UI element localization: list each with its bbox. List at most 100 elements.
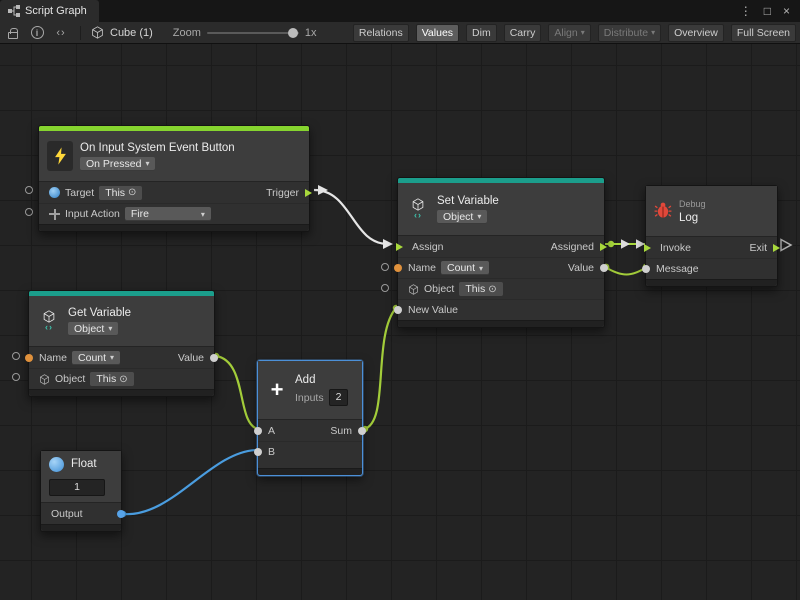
node-add[interactable]: + Add Inputs 2 A Sum B bbox=[257, 360, 363, 476]
relations-button[interactable]: Relations bbox=[353, 24, 409, 42]
object-self-chip[interactable]: This⊙ bbox=[90, 372, 133, 386]
assign-port[interactable] bbox=[396, 243, 403, 251]
input-action-icon bbox=[49, 209, 60, 220]
graph-target-label[interactable]: Cube (1) bbox=[110, 27, 153, 39]
new-value-port[interactable] bbox=[394, 306, 402, 314]
node-float[interactable]: Float 1 Output bbox=[40, 450, 122, 532]
output-port[interactable] bbox=[117, 510, 125, 518]
port-hollow[interactable] bbox=[25, 186, 33, 194]
plus-icon: + bbox=[266, 377, 288, 403]
port-hollow[interactable] bbox=[12, 373, 20, 381]
port-hollow[interactable] bbox=[12, 352, 20, 360]
node-get-variable[interactable]: ‹› Get Variable Object▾ Name Count▾ Valu… bbox=[28, 290, 215, 397]
tab-label: Script Graph bbox=[25, 5, 87, 17]
exit-stub-arrow bbox=[781, 240, 791, 251]
node-footer bbox=[258, 468, 362, 475]
input-action-dropdown[interactable]: Fire▾ bbox=[125, 207, 211, 221]
lock-icon[interactable] bbox=[4, 24, 22, 42]
overview-button[interactable]: Overview bbox=[668, 24, 724, 42]
object-self-chip[interactable]: This⊙ bbox=[459, 282, 502, 296]
object-icon bbox=[39, 374, 50, 385]
a-port[interactable] bbox=[254, 427, 262, 435]
node-footer bbox=[646, 279, 777, 286]
wire-sum-newvalue bbox=[364, 308, 396, 429]
value-output-port[interactable] bbox=[600, 264, 608, 272]
values-button[interactable]: Values bbox=[416, 24, 459, 42]
target-port-label: Target bbox=[65, 187, 94, 199]
node-title: Set Variable bbox=[437, 195, 499, 207]
name-port[interactable] bbox=[25, 354, 33, 362]
carry-button[interactable]: Carry bbox=[504, 24, 542, 42]
gameobject-icon bbox=[49, 187, 60, 198]
chevron-down-icon: ▾ bbox=[477, 212, 481, 221]
node-footer bbox=[398, 320, 604, 327]
output-port-row: Output bbox=[41, 503, 121, 524]
collapse-icon[interactable]: ‹› bbox=[52, 24, 70, 42]
input-action-label: Input Action bbox=[65, 208, 120, 220]
chevron-down-icon: ▾ bbox=[201, 210, 205, 219]
inputs-count-field[interactable]: 2 bbox=[329, 389, 349, 406]
input-action-port-row: Input Action Fire▾ bbox=[39, 203, 309, 224]
exit-port[interactable] bbox=[773, 244, 780, 252]
tab-script-graph[interactable]: Script Graph bbox=[0, 0, 99, 22]
bug-icon bbox=[654, 201, 672, 222]
chevron-down-icon: ▾ bbox=[581, 29, 585, 37]
zoom-label: Zoom bbox=[173, 27, 201, 39]
float-icon bbox=[49, 457, 64, 472]
variable-scope-dropdown[interactable]: Object▾ bbox=[68, 322, 118, 336]
node-footer bbox=[29, 389, 214, 396]
value-output-port[interactable] bbox=[210, 354, 218, 362]
fullscreen-button[interactable]: Full Screen bbox=[731, 24, 796, 42]
menu-icon[interactable]: ⋮ bbox=[740, 4, 752, 18]
assign-port-row: Assign Assigned bbox=[398, 236, 604, 257]
message-port[interactable] bbox=[642, 265, 650, 273]
chevron-down-icon: ▾ bbox=[110, 353, 114, 362]
align-button[interactable]: Align▾ bbox=[548, 24, 590, 42]
name-port-row: Name Count▾ Value bbox=[398, 257, 604, 278]
variable-name-dropdown[interactable]: Count▾ bbox=[72, 351, 120, 365]
b-port[interactable] bbox=[254, 448, 262, 456]
name-port-row: Name Count▾ Value bbox=[29, 347, 214, 368]
node-on-input-system-event-button[interactable]: On Input System Event Button On Pressed▾… bbox=[38, 125, 310, 232]
event-mode-dropdown[interactable]: On Pressed▾ bbox=[80, 157, 155, 171]
node-debug-log[interactable]: Debug Log Invoke Exit Message bbox=[645, 185, 778, 287]
trigger-port[interactable] bbox=[305, 189, 312, 197]
a-port-row: A Sum bbox=[258, 420, 362, 441]
zoom-slider-handle[interactable] bbox=[288, 28, 298, 38]
chevron-down-icon: ▾ bbox=[479, 264, 483, 273]
zoom-slider[interactable] bbox=[207, 32, 299, 34]
assigned-port[interactable] bbox=[600, 243, 607, 251]
wire-getvalue-a bbox=[216, 356, 258, 429]
toolbar-divider bbox=[80, 26, 81, 40]
port-hollow[interactable] bbox=[381, 284, 389, 292]
dim-button[interactable]: Dim bbox=[466, 24, 497, 42]
close-icon[interactable]: × bbox=[783, 4, 790, 18]
graph-canvas[interactable]: On Input System Event Button On Pressed▾… bbox=[0, 44, 800, 600]
sum-port[interactable] bbox=[358, 427, 366, 435]
target-icon: ⊙ bbox=[488, 284, 496, 295]
zoom-value: 1x bbox=[305, 27, 317, 39]
node-title: Float bbox=[71, 458, 97, 470]
info-icon[interactable]: i bbox=[28, 24, 46, 42]
target-self-chip[interactable]: This⊙ bbox=[99, 186, 142, 200]
invoke-port-row: Invoke Exit bbox=[646, 237, 777, 258]
target-port-row: Target This⊙ Trigger bbox=[39, 182, 309, 203]
message-port-row: Message bbox=[646, 258, 777, 279]
node-footer bbox=[39, 224, 309, 231]
maximize-icon[interactable]: □ bbox=[764, 4, 771, 18]
variable-scope-dropdown[interactable]: Object▾ bbox=[437, 210, 487, 224]
target-icon: ⊙ bbox=[128, 187, 136, 198]
node-set-variable[interactable]: ‹› Set Variable Object▾ Assign Assigned … bbox=[397, 177, 605, 328]
b-port-row: B bbox=[258, 441, 362, 462]
float-value-field[interactable]: 1 bbox=[49, 479, 105, 496]
distribute-button[interactable]: Distribute▾ bbox=[598, 24, 661, 42]
port-hollow[interactable] bbox=[381, 263, 389, 271]
invoke-port[interactable] bbox=[644, 244, 651, 252]
port-hollow[interactable] bbox=[25, 208, 33, 216]
name-port[interactable] bbox=[394, 264, 402, 272]
node-category: Debug bbox=[679, 199, 706, 209]
variable-name-dropdown[interactable]: Count▾ bbox=[441, 261, 489, 275]
new-value-port-row: New Value bbox=[398, 299, 604, 320]
graph-icon bbox=[8, 5, 20, 17]
object-port-row: Object This⊙ bbox=[29, 368, 214, 389]
